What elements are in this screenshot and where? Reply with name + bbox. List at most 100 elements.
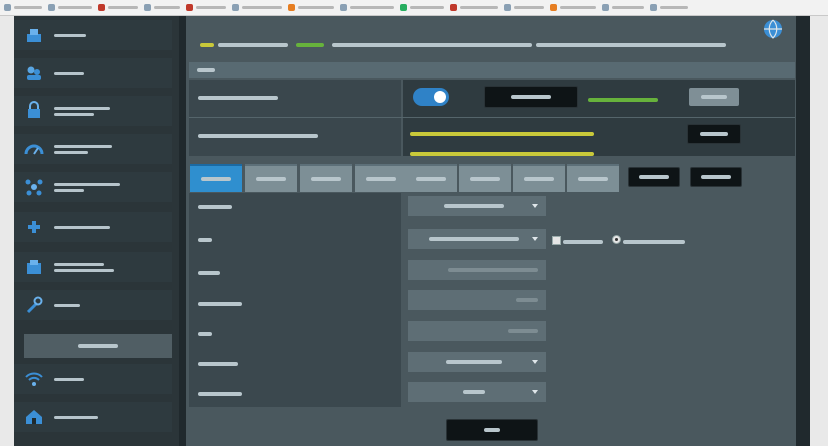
form-text-field[interactable] <box>408 290 546 310</box>
browser-bookmark-bar <box>0 0 828 16</box>
chevron-down-icon <box>532 204 538 208</box>
bookmark-item[interactable] <box>4 3 42 13</box>
sidebar-item-lan[interactable] <box>14 402 172 432</box>
sidebar-item-tools[interactable] <box>14 290 172 320</box>
sidebar-item-label <box>54 33 86 37</box>
bookmark-item[interactable] <box>504 3 544 13</box>
bookmark-item[interactable] <box>186 3 226 13</box>
bookmark-icon <box>232 4 239 11</box>
tab-5[interactable] <box>405 164 457 192</box>
bookmark-item[interactable] <box>550 3 596 13</box>
tab-1[interactable] <box>190 164 242 192</box>
adaptive-qos-gauge-icon <box>24 144 44 155</box>
form-label <box>198 299 242 309</box>
top1-grey-button[interactable] <box>689 88 739 106</box>
sidebar-item-traffic-analyzer[interactable] <box>14 172 172 202</box>
chevron-down-icon <box>532 237 538 241</box>
sidebar-item-label <box>54 262 114 272</box>
top2-label <box>198 131 318 141</box>
form-select[interactable] <box>408 382 546 402</box>
bookmark-icon <box>602 4 609 11</box>
sidebar-item-label <box>54 71 84 75</box>
tab-7[interactable] <box>513 164 565 192</box>
form-text-field[interactable] <box>408 260 546 280</box>
sidebar-item-adaptive-qos[interactable] <box>14 134 172 164</box>
sidebar-item-label <box>54 303 80 307</box>
bookmark-icon <box>340 4 347 11</box>
top-rows-label-column <box>189 80 401 156</box>
globe-icon[interactable] <box>762 18 784 40</box>
bookmark-item[interactable] <box>288 3 334 13</box>
form-text-field[interactable] <box>408 321 546 341</box>
form-label <box>198 268 220 278</box>
aicloud-icon <box>27 260 41 274</box>
bookmark-item[interactable] <box>48 3 92 13</box>
traffic-analyzer-icon <box>25 179 43 196</box>
tab-2[interactable] <box>245 164 297 192</box>
bookmark-icon <box>650 4 657 11</box>
option-checkbox-label <box>563 237 603 247</box>
bookmark-icon <box>48 4 55 11</box>
bookmark-icon <box>98 4 105 11</box>
bookmark-item[interactable] <box>98 3 138 13</box>
bookmark-item[interactable] <box>450 3 498 13</box>
sidebar-item-network-map[interactable] <box>14 20 172 50</box>
form-label <box>198 202 232 212</box>
sidebar-item-aicloud[interactable] <box>14 252 172 282</box>
bookmark-item[interactable] <box>232 3 282 13</box>
option-radio-label <box>623 237 685 247</box>
sidebar-item-aiprotection[interactable] <box>14 96 172 126</box>
bookmark-icon <box>400 4 407 11</box>
top2-warning-lines <box>410 124 594 156</box>
tools-wrench-icon <box>26 296 43 314</box>
chevron-down-icon <box>532 390 538 394</box>
bookmark-item[interactable] <box>602 3 644 13</box>
sidebar-item-label <box>54 415 98 419</box>
sidebar-item-wireless[interactable] <box>14 364 172 394</box>
apply-button[interactable] <box>446 419 538 441</box>
wireless-wifi-icon <box>25 372 43 386</box>
bookmark-icon <box>4 4 11 11</box>
tab-right-button[interactable] <box>690 167 742 187</box>
tab-3[interactable] <box>300 164 352 192</box>
top1-action-button[interactable] <box>484 86 578 108</box>
sidebar-item-usb-application[interactable] <box>14 212 172 242</box>
option-radio[interactable] <box>612 235 621 244</box>
tab-8[interactable] <box>567 164 619 192</box>
usb-application-icon <box>28 221 40 233</box>
option-checkbox[interactable] <box>552 236 561 245</box>
form-label <box>198 235 212 245</box>
sidebar-item-label <box>54 225 110 229</box>
bookmark-icon <box>550 4 557 11</box>
row-divider <box>189 117 795 118</box>
bookmark-item[interactable] <box>400 3 444 13</box>
toggle-knob <box>434 91 446 103</box>
sidebar-section-advanced <box>24 334 172 358</box>
sidebar-item-label <box>54 377 84 381</box>
tab-left-button[interactable] <box>628 167 680 187</box>
bookmark-item[interactable] <box>650 3 688 13</box>
sidebar-item-guest-network[interactable] <box>14 58 172 88</box>
bookmark-icon <box>504 4 511 11</box>
guest-network-icon <box>27 66 41 80</box>
bookmark-icon <box>186 4 193 11</box>
top2-action-button[interactable] <box>687 124 741 144</box>
tab-4[interactable] <box>355 164 407 192</box>
notice-bar <box>196 38 796 52</box>
form-select[interactable] <box>408 229 546 249</box>
bookmark-item[interactable] <box>340 3 394 13</box>
form-label <box>198 359 238 369</box>
form-select[interactable] <box>408 352 546 372</box>
form-select[interactable] <box>408 196 546 216</box>
panel-header <box>189 62 795 78</box>
form-label <box>198 329 212 339</box>
bookmark-icon <box>144 4 151 11</box>
sidebar-item-label <box>54 106 110 116</box>
lan-home-icon <box>26 410 42 424</box>
top1-label <box>198 93 278 103</box>
tab-6[interactable] <box>459 164 511 192</box>
sidebar-item-label <box>54 144 112 154</box>
form-label <box>198 389 242 399</box>
bookmark-item[interactable] <box>144 3 180 13</box>
enable-toggle[interactable] <box>413 88 449 106</box>
